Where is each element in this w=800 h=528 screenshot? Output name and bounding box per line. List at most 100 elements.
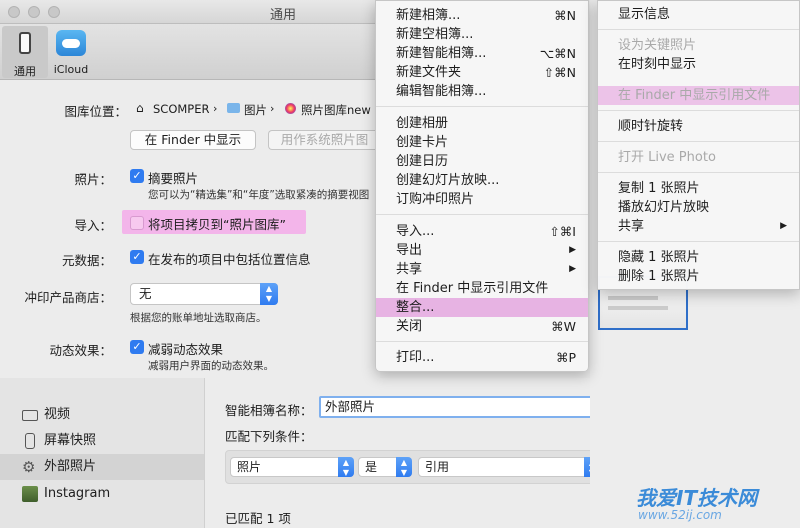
sidebar-item-instagram[interactable]: Instagram: [0, 481, 204, 507]
menu-item-create-calendar[interactable]: 创建日历: [376, 152, 588, 171]
menu-item-label: 复制 1 张照片: [618, 181, 700, 196]
menu-separator: [376, 214, 588, 215]
condition-operator-select[interactable]: 是 ▲ ▼: [358, 457, 412, 477]
menu-item-new-folder[interactable]: 新建文件夹 ⇧⌘N: [376, 63, 588, 82]
menu-item-import[interactable]: 导入... ⇧⌘I: [376, 222, 588, 241]
menu-item-order-prints[interactable]: 订购冲印照片: [376, 190, 588, 209]
print-store-hint: 根据您的账单地址选取商店。: [130, 312, 267, 324]
album-name-label: 智能相簿名称：: [225, 403, 313, 418]
path-library[interactable]: 照片图库new: [301, 102, 371, 118]
title-bar: 通用: [0, 0, 380, 24]
shortcut: ⌘P: [555, 350, 576, 365]
menu-item-share[interactable]: 共享 ▶: [598, 217, 799, 236]
window-title: 通用: [270, 8, 297, 23]
tab-general[interactable]: 通用: [2, 26, 48, 78]
menu-item-label: 创建相册: [396, 116, 449, 131]
phone-icon: [25, 433, 35, 449]
menu-item-create-book[interactable]: 创建相册: [376, 114, 588, 133]
minimize-window-button[interactable]: [28, 6, 40, 18]
sidebar-item-label: 外部照片: [44, 459, 97, 474]
menu-separator: [598, 172, 799, 173]
menu-item-show-referenced-file[interactable]: 在 Finder 中显示引用文件: [598, 86, 799, 105]
menu-item-new-album[interactable]: 新建相簿... ⌘N: [376, 6, 588, 25]
watermark: 我爱IT技术网 www.52ij.com: [600, 478, 800, 528]
show-in-finder-button[interactable]: 在 Finder 中显示: [130, 130, 256, 150]
menu-item-label: 删除 1 张照片: [618, 269, 700, 284]
menu-item-create-slideshow[interactable]: 创建幻灯片放映...: [376, 171, 588, 190]
sidebar-item-videos[interactable]: 视频: [0, 402, 204, 428]
menu-item-label: 创建幻灯片放映...: [396, 173, 500, 188]
summarize-photos-checkbox[interactable]: ✓: [130, 169, 144, 183]
path-pictures[interactable]: 图片: [244, 102, 267, 118]
print-store-label: 冲印产品商店：: [24, 290, 112, 305]
submenu-arrow-icon: ▶: [780, 221, 787, 231]
copy-to-library-checkbox[interactable]: [130, 216, 144, 230]
menu-item-share[interactable]: 共享 ▶: [376, 260, 588, 279]
menu-item-show-referenced-file[interactable]: 在 Finder 中显示引用文件: [376, 279, 588, 298]
stepper-icon: ▲▼: [260, 283, 278, 305]
menu-item-edit-smart-album[interactable]: 编辑智能相簿...: [376, 82, 588, 101]
menu-item-label: 在时刻中显示: [618, 57, 697, 72]
photo-content-line: [608, 306, 668, 310]
folder-icon: [227, 103, 240, 113]
zoom-window-button[interactable]: [48, 6, 60, 18]
menu-item-show-in-moments[interactable]: 在时刻中显示: [598, 55, 799, 74]
stepper-icon: ▲▼: [396, 457, 412, 477]
menu-item-label: 新建空相簿...: [396, 27, 474, 42]
menu-item-label: 订购冲印照片: [396, 192, 475, 207]
path-home[interactable]: SCOMPER: [153, 102, 210, 116]
menu-item-label: 创建日历: [396, 154, 449, 169]
path-home-icon: ⌂: [136, 101, 144, 115]
menu-item-open-live-photo[interactable]: 打开 Live Photo: [598, 148, 799, 167]
gear-icon: ⚙: [22, 458, 36, 476]
sidebar-item-screenshots[interactable]: 屏幕快照: [0, 428, 204, 454]
menu-item-get-info[interactable]: 显示信息: [598, 5, 799, 24]
reduce-motion-checkbox[interactable]: ✓: [130, 340, 144, 354]
menu-item-label: 创建卡片: [396, 135, 449, 150]
path-separator-icon: ›: [213, 102, 218, 115]
menu-item-rotate-clockwise[interactable]: 顺时针旋转: [598, 117, 799, 136]
sidebar: 视频 屏幕快照 ⚙ 外部照片 Instagram: [0, 378, 204, 528]
matched-count: 已匹配 1 项: [225, 511, 291, 526]
path-separator-icon: ›: [270, 102, 275, 115]
menu-item-delete-photo[interactable]: 删除 1 张照片: [598, 267, 799, 286]
menu-item-label: 隐藏 1 张照片: [618, 250, 700, 265]
photos-library-icon: [285, 103, 296, 114]
use-as-system-library-button[interactable]: 用作系统照片图: [268, 130, 380, 150]
menu-separator: [598, 241, 799, 242]
menu-item-label: 关闭: [396, 319, 423, 334]
shortcut: ⇧⌘N: [543, 65, 576, 80]
sidebar-item-external-photos[interactable]: ⚙ 外部照片: [0, 454, 204, 480]
sidebar-item-label: 屏幕快照: [44, 433, 97, 448]
menu-item-create-card[interactable]: 创建卡片: [376, 133, 588, 152]
condition-field-select[interactable]: 照片 ▲ ▼: [230, 457, 354, 477]
motion-label: 动态效果：: [49, 343, 112, 358]
menu-item-copy-photo[interactable]: 复制 1 张照片: [598, 179, 799, 198]
menu-item-new-smart-album[interactable]: 新建智能相簿... ⌥⌘N: [376, 44, 588, 63]
menu-item-label: 顺时针旋转: [618, 119, 684, 134]
menu-item-new-empty-album[interactable]: 新建空相簿...: [376, 25, 588, 44]
tab-general-label: 通用: [14, 65, 36, 78]
menu-item-print[interactable]: 打印... ⌘P: [376, 348, 588, 367]
print-store-select[interactable]: 无 ▲ ▼: [130, 283, 278, 305]
close-window-button[interactable]: [8, 6, 20, 18]
summarize-photos-text: 摘要照片: [148, 171, 199, 186]
shortcut: ⌘N: [554, 8, 576, 23]
shortcut: ⌘W: [551, 319, 576, 334]
menu-item-close[interactable]: 关闭 ⌘W: [376, 317, 588, 336]
shortcut: ⌥⌘N: [539, 46, 576, 61]
include-location-checkbox[interactable]: ✓: [130, 250, 144, 264]
menu-item-make-key-photo[interactable]: 设为关键照片: [598, 36, 799, 55]
menu-item-hide-photo[interactable]: 隐藏 1 张照片: [598, 248, 799, 267]
condition-value-value: 引用: [425, 460, 450, 474]
menu-separator: [598, 29, 799, 30]
tab-icloud[interactable]: iCloud: [48, 26, 94, 78]
menu-item-export[interactable]: 导出 ▶: [376, 241, 588, 260]
print-store-value: 无: [139, 286, 152, 301]
menu-item-play-slideshow[interactable]: 播放幻灯片放映: [598, 198, 799, 217]
condition-value-select[interactable]: 引用 ▲▼: [418, 457, 600, 477]
menu-item-consolidate[interactable]: 整合...: [376, 298, 588, 317]
match-conditions-label: 匹配下列条件：: [225, 429, 313, 444]
menu-separator: [376, 106, 588, 107]
menu-separator: [598, 110, 799, 111]
